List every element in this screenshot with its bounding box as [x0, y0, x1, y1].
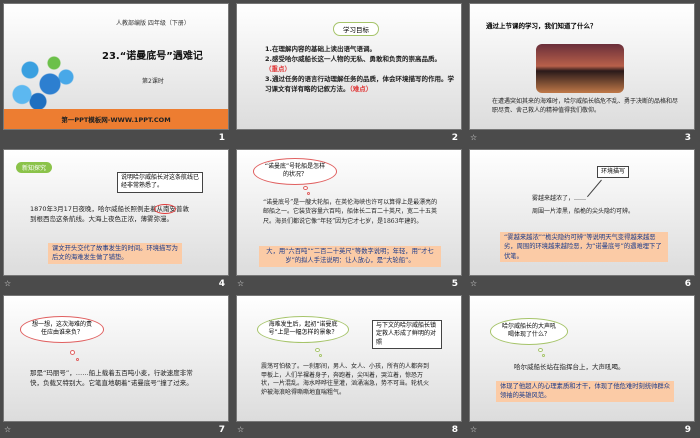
lesson-period: 第2课时 — [142, 78, 164, 85]
slide-number: 6 — [684, 279, 691, 289]
footer-banner: 第一PPT模板网-WWW.1PPT.COM — [4, 109, 228, 129]
slide-thumbnail-9[interactable]: 哈尔威船长的大声吼喝体现了什么？ 哈尔威船长站在指挥台上，大声吼喝。 体现了他超… — [466, 292, 699, 438]
slide-thumbnail-2[interactable]: 学习目标 1.在理解内容的基础上读出语气语调。 2.感受哈尔威船长这一人物的无私… — [233, 0, 466, 146]
flower-image — [6, 42, 86, 112]
annotation-box: 环境描写 — [597, 166, 630, 179]
slide-number: 1 — [218, 133, 225, 143]
slide-thumbnail-6[interactable]: 环境描写 雾越来越浓了，…… 周围一片漆黑，船桅的尖头隐约可辨。 “雾越来越浓”… — [466, 146, 699, 292]
slide-number: 3 — [684, 133, 691, 143]
passage-text: 震荡可怕极了。一刹那间，男人、女人、小孩，所有的人都奔到甲板上，人们半裸着身子，… — [261, 363, 430, 397]
transition-star-icon: ☆ — [4, 279, 12, 288]
slide-thumbnail-5[interactable]: “诺曼底”号轮船是怎样的状况？ “诺曼底号”是一艘大轮船，在英伦海峡也许可以算得… — [233, 146, 466, 292]
transition-star-icon: ☆ — [4, 425, 12, 434]
passage-line-2: 周围一片漆黑，船桅的尖头隐约可辨。 — [532, 208, 635, 215]
thought-cloud: 哈尔威船长的大声吼喝体现了什么？ — [490, 318, 568, 345]
passage-text: “诺曼底号”是一艘大轮船，在英伦海峡也许可以算得上是最漂亮的邮船之一。它装货容量… — [263, 199, 438, 225]
section-badge: 新知探究 — [16, 162, 53, 173]
slide-number: 2 — [451, 133, 458, 143]
slide-6[interactable]: 环境描写 雾越来越浓了，…… 周围一片漆黑，船桅的尖头隐约可辨。 “雾越来越浓”… — [469, 149, 695, 276]
thought-cloud: 想一想，这次海难的责任应由谁来负？ — [20, 316, 104, 343]
transition-star-icon: ☆ — [470, 133, 478, 142]
slide-8[interactable]: 海难发生后，起初“诺曼底号”上是一幅怎样的景象？ 与下文的哈尔威船长镇定救人形成… — [236, 295, 462, 422]
objective-3: 3.通过任务的语言行动理解任务的品质，体会环境描写的作用。学习课文有详有略的记叙… — [265, 75, 454, 94]
slide-2[interactable]: 学习目标 1.在理解内容的基础上读出语气语调。 2.感受哈尔威船长这一人物的无私… — [236, 3, 462, 130]
objective-1: 1.在理解内容的基础上读出语气语调。 — [265, 45, 376, 53]
passage-text: 那是“玛丽号”，……船上载着五百吨小麦，行驶速度非常快，负载又特别大。它笔直地朝… — [30, 369, 193, 388]
passage-text: 哈尔威船长站在指挥台上，大声吼喝。 — [514, 363, 625, 371]
highlight-circle — [154, 204, 176, 214]
thought-cloud: 海难发生后，起初“诺曼底号”上是一幅怎样的景象？ — [257, 316, 349, 343]
slide-9[interactable]: 哈尔威船长的大声吼喝体现了什么？ 哈尔威船长站在指挥台上，大声吼喝。 体现了他超… — [469, 295, 695, 422]
slide-7[interactable]: 想一想，这次海难的责任应由谁来负？ 那是“玛丽号”，……船上载着五百吨小麦，行驶… — [3, 295, 229, 422]
transition-star-icon: ☆ — [237, 279, 245, 288]
slide-number: 5 — [451, 279, 458, 289]
lesson-title: 23.“诺曼底号”遇难记 — [102, 51, 203, 62]
annotation-box: 与下文的哈尔威船长镇定救人形成了鲜明的对照 — [372, 320, 442, 350]
slide-number: 9 — [684, 425, 691, 435]
grade-subtitle: 人教部编版 四年级（下册） — [116, 20, 190, 27]
slide-number: 4 — [218, 279, 225, 289]
explanation-note: 体现了他超人的心理素质和才干，体现了他危难时刻统帅群众领袖的英雄风范。 — [496, 381, 674, 402]
slide-1[interactable]: 人教部编版 四年级（下册） 23.“诺曼底号”遇难记 第2课时 第一PPT模板网… — [3, 3, 229, 130]
thought-cloud: “诺曼底”号轮船是怎样的状况？ — [253, 158, 337, 185]
explanation-note: 大，用“六百吨”“二百二十英尺”等数字说明；年轻，用“才七岁”的拟人手法说明：让… — [259, 246, 441, 267]
transition-star-icon: ☆ — [470, 425, 478, 434]
transition-star-icon: ☆ — [237, 425, 245, 434]
review-question: 通过上节课的学习，我们知道了什么？ — [486, 22, 597, 30]
ship-image — [536, 44, 624, 93]
annotation-box: 说明哈尔威船长对这条航线已经非常熟悉了。 — [117, 172, 203, 193]
transition-star-icon: ☆ — [470, 279, 478, 288]
slide-thumbnail-1[interactable]: 人教部编版 四年级（下册） 23.“诺曼底号”遇难记 第2课时 第一PPT模板网… — [0, 0, 233, 146]
objective-2: 2.感受哈尔威船长这一人物的无私、勇敢和负责的崇高品质。 （重点） — [265, 55, 441, 74]
objectives-list: 1.在理解内容的基础上读出语气语调。 2.感受哈尔威船长这一人物的无私、勇敢和负… — [265, 44, 455, 94]
explanation-note: “雾越来越浓”“桅尖隐约可辨”等说明天气变得越来越恶劣，周围的环境越来越险恶，为… — [500, 232, 668, 263]
slide-5[interactable]: “诺曼底”号轮船是怎样的状况？ “诺曼底号”是一艘大轮船，在英伦海峡也许可以算得… — [236, 149, 462, 276]
slide-number: 8 — [451, 425, 458, 435]
explanation-note: 课文开头交代了故事发生的时间。环境描写为后文的海难发生做了铺垫。 — [48, 243, 182, 264]
slide-number: 7 — [218, 425, 225, 435]
slide-thumbnail-7[interactable]: 想一想，这次海难的责任应由谁来负？ 那是“玛丽号”，……船上载着五百吨小麦，行驶… — [0, 292, 233, 438]
slide-4[interactable]: 新知探究 说明哈尔威船长对这条航线已经非常熟悉了。 1870年3月17日夜晚，哈… — [3, 149, 229, 276]
objectives-heading: 学习目标 — [333, 22, 379, 36]
review-answer: 在遭遇突如其来的海难时，哈尔威船长临危不乱、勇于决断的品格和尽职尽责、舍己救人的… — [492, 98, 679, 115]
slide-thumbnail-4[interactable]: 新知探究 说明哈尔威船长对这条航线已经非常熟悉了。 1870年3月17日夜晚，哈… — [0, 146, 233, 292]
passage-line-1: 雾越来越浓了，…… — [532, 195, 587, 202]
annotation-line — [586, 179, 602, 198]
slide-thumbnail-3[interactable]: 通过上节课的学习，我们知道了什么？ 在遭遇突如其来的海难时，哈尔威船长临危不乱、… — [466, 0, 699, 146]
slide-3[interactable]: 通过上节课的学习，我们知道了什么？ 在遭遇突如其来的海难时，哈尔威船长临危不乱、… — [469, 3, 695, 130]
slide-thumbnail-8[interactable]: 海难发生后，起初“诺曼底号”上是一幅怎样的景象？ 与下文的哈尔威船长镇定救人形成… — [233, 292, 466, 438]
